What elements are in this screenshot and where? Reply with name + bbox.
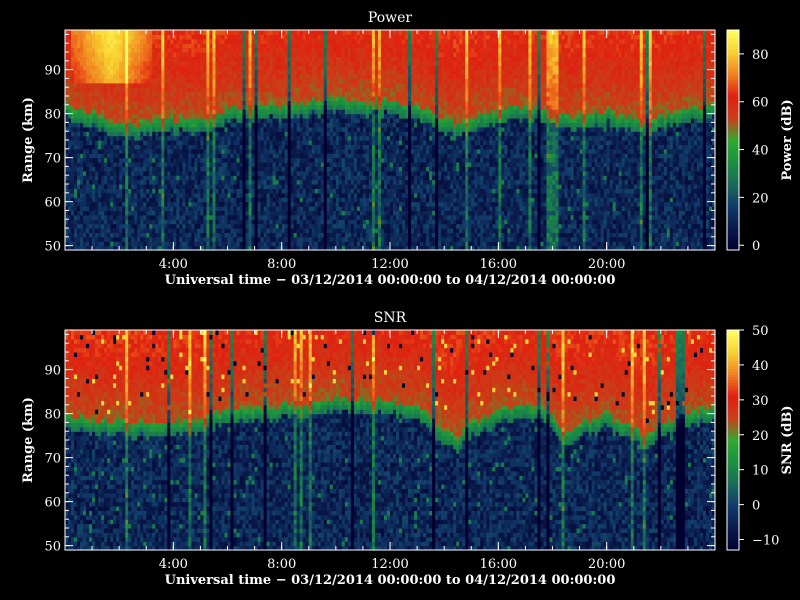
power-panel: Power4:00 8:00 12:00 16:00 20:005060708090Un…: [21, 10, 795, 288]
heatmap-cells: [65, 30, 716, 251]
radar-figure: Power4:00 8:00 12:00 16:00 20:005060708090Un…: [0, 0, 800, 600]
